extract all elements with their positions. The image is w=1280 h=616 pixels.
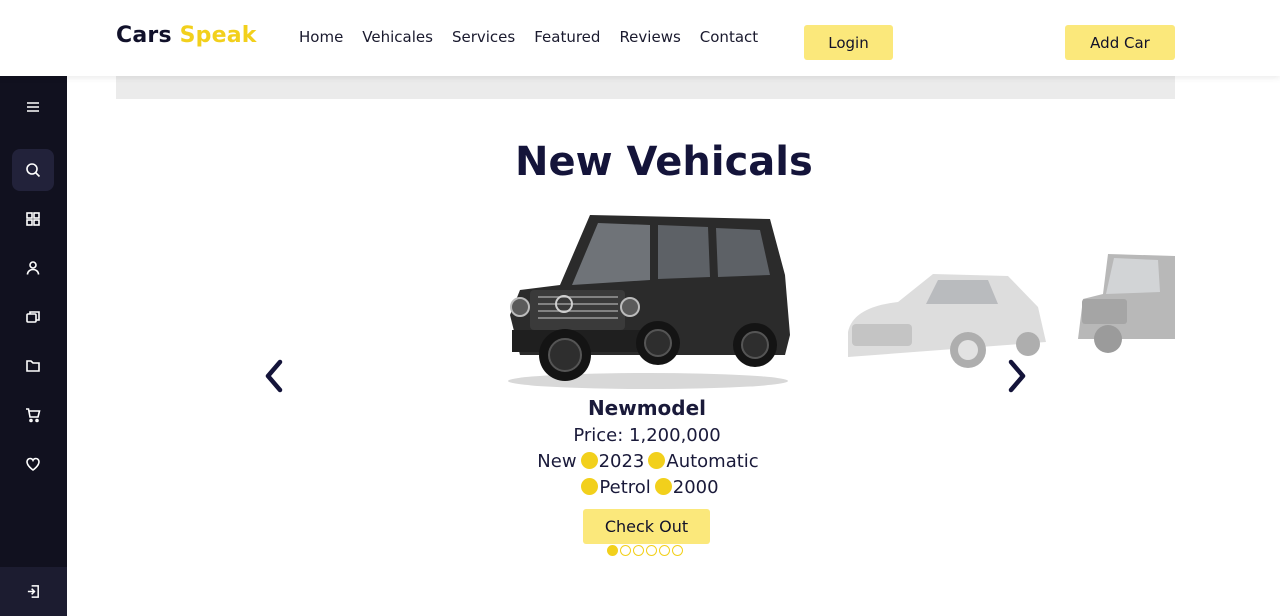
dot-icon	[581, 478, 599, 495]
pagination-dot[interactable]	[672, 545, 683, 556]
main-nav: Home Vehicales Services Featured Reviews…	[299, 28, 758, 46]
pagination-dot[interactable]	[659, 545, 670, 556]
price-value: 1,200,000	[629, 425, 721, 446]
logout-icon[interactable]	[0, 567, 67, 616]
spec-fuel: Petrol	[599, 477, 651, 498]
car-image-suv	[508, 215, 790, 389]
brand-name-part2: Speak	[179, 23, 257, 48]
nav-contact[interactable]: Contact	[700, 28, 758, 46]
sidebar	[0, 76, 67, 616]
heart-icon[interactable]	[12, 443, 54, 485]
car-price: Price: 1,200,000	[547, 425, 747, 446]
title-part1: New	[515, 139, 613, 185]
carousel-pagination	[607, 545, 683, 556]
spec-engine: 2000	[672, 477, 719, 498]
top-header: Cars Speak Home Vehicales Services Featu…	[0, 0, 1280, 76]
search-icon[interactable]	[12, 149, 54, 191]
section-title: New Vehicals	[515, 139, 813, 185]
copy-icon[interactable]	[12, 296, 54, 338]
menu-icon[interactable]	[12, 86, 54, 128]
title-part2: Vehicals	[626, 139, 813, 185]
spec-condition: New	[537, 451, 577, 472]
spec-year: 2023	[598, 451, 645, 472]
pagination-dot[interactable]	[633, 545, 644, 556]
user-icon[interactable]	[12, 247, 54, 289]
check-out-button[interactable]: Check Out	[583, 509, 710, 544]
brand-logo[interactable]: Cars Speak	[116, 23, 257, 48]
add-car-button[interactable]: Add Car	[1065, 25, 1175, 60]
spec-transmission: Automatic	[666, 451, 759, 472]
prev-arrow-icon[interactable]	[260, 356, 288, 396]
pagination-dot[interactable]	[646, 545, 657, 556]
price-label: Price:	[573, 425, 624, 446]
car-image-partial	[1078, 254, 1175, 353]
spec-row-1: New 2023 Automatic	[500, 451, 796, 472]
car-model-name: Newmodel	[587, 396, 707, 420]
login-button[interactable]: Login	[804, 25, 893, 60]
nav-reviews[interactable]: Reviews	[619, 28, 680, 46]
pagination-dot[interactable]	[607, 545, 618, 556]
cart-icon[interactable]	[12, 394, 54, 436]
nav-featured[interactable]: Featured	[534, 28, 600, 46]
dot-icon	[580, 452, 598, 469]
nav-services[interactable]: Services	[452, 28, 515, 46]
grid-icon[interactable]	[12, 198, 54, 240]
pagination-dot[interactable]	[620, 545, 631, 556]
next-arrow-icon[interactable]	[1003, 356, 1031, 396]
banner-strip	[116, 76, 1175, 99]
nav-vehicales[interactable]: Vehicales	[362, 28, 433, 46]
folder-icon[interactable]	[12, 345, 54, 387]
dot-icon	[648, 452, 666, 469]
spec-row-2: Petrol 2000	[500, 477, 796, 498]
brand-name-part1: Cars	[116, 23, 172, 48]
dot-icon	[654, 478, 672, 495]
nav-home[interactable]: Home	[299, 28, 343, 46]
